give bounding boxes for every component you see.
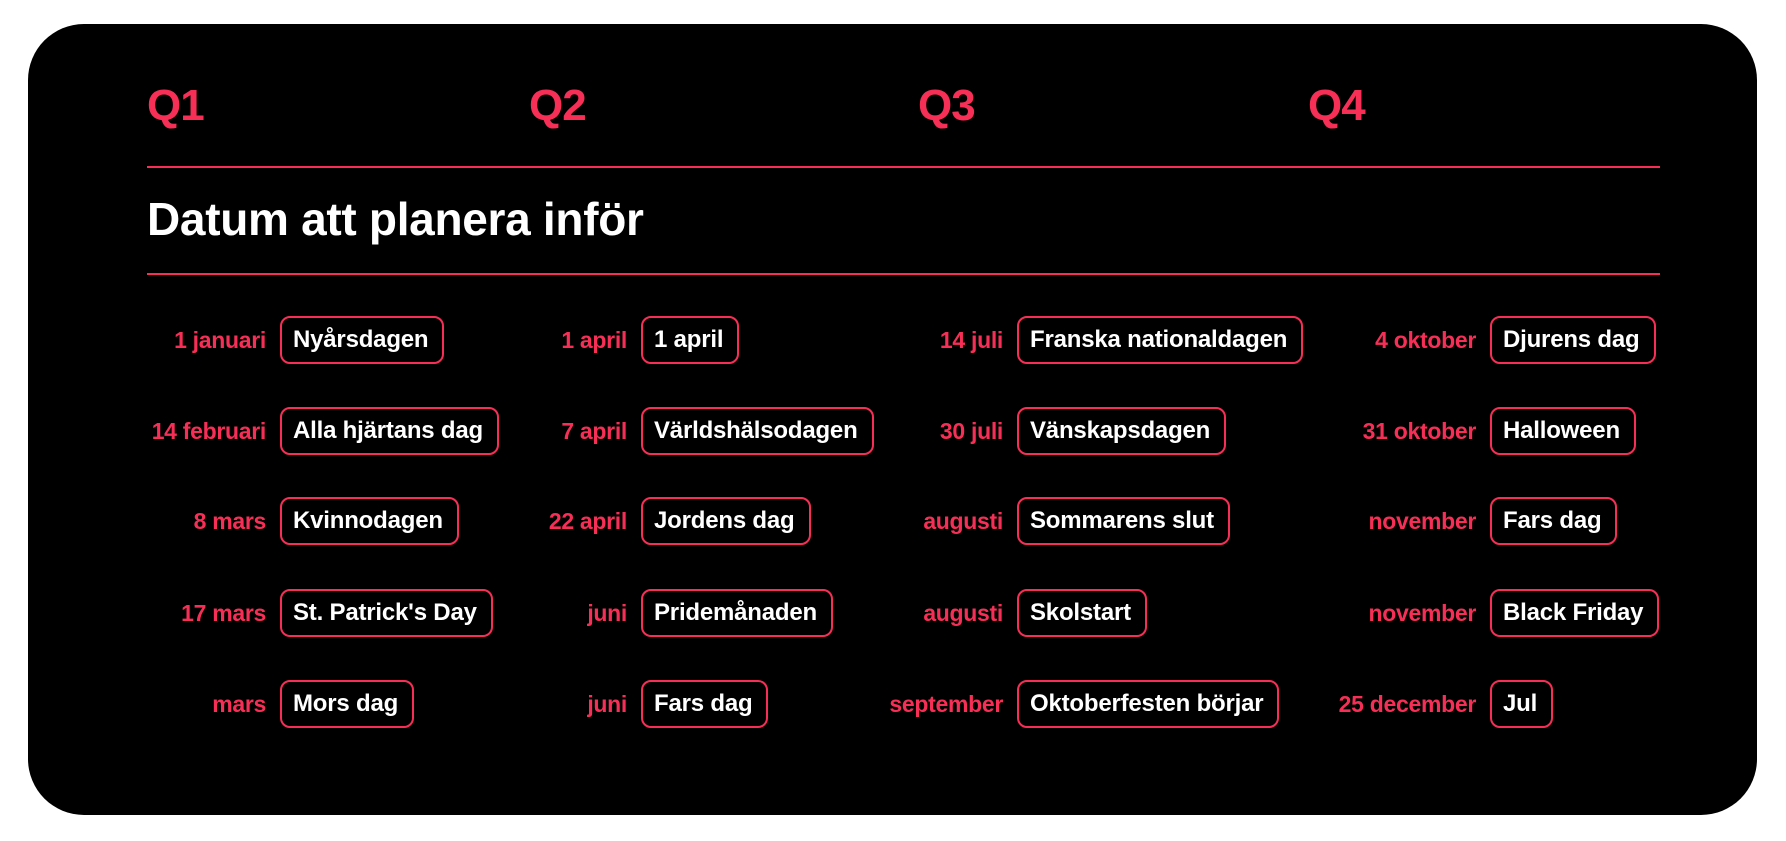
quarter-header-q2: Q2 [529, 81, 587, 130]
top-divider [147, 166, 1660, 168]
date-entry: november Fars dag [0, 497, 1786, 545]
date-label: november [1368, 508, 1476, 534]
event-pill: Halloween [1490, 407, 1636, 455]
date-label: 25 december [1338, 691, 1477, 717]
title-divider [147, 273, 1660, 275]
page-title: Datum att planera inför [147, 193, 644, 245]
date-label: 31 oktober [1362, 418, 1477, 444]
event-pill: Fars dag [1490, 497, 1618, 545]
event-pill: Black Friday [1490, 589, 1660, 637]
date-label: 4 oktober [1375, 327, 1476, 353]
date-entry: 31 oktober Halloween [0, 407, 1786, 455]
quarter-header-q1: Q1 [147, 81, 205, 130]
event-pill: Djurens dag [1490, 316, 1656, 364]
event-pill: Jul [1490, 680, 1554, 728]
date-entry: 25 december Jul [0, 680, 1786, 728]
quarter-header-q3: Q3 [918, 81, 976, 130]
quarter-header-q4: Q4 [1308, 81, 1366, 130]
date-entry: november Black Friday [0, 589, 1786, 637]
date-entry: 4 oktober Djurens dag [0, 316, 1786, 364]
date-label: november [1368, 600, 1476, 626]
